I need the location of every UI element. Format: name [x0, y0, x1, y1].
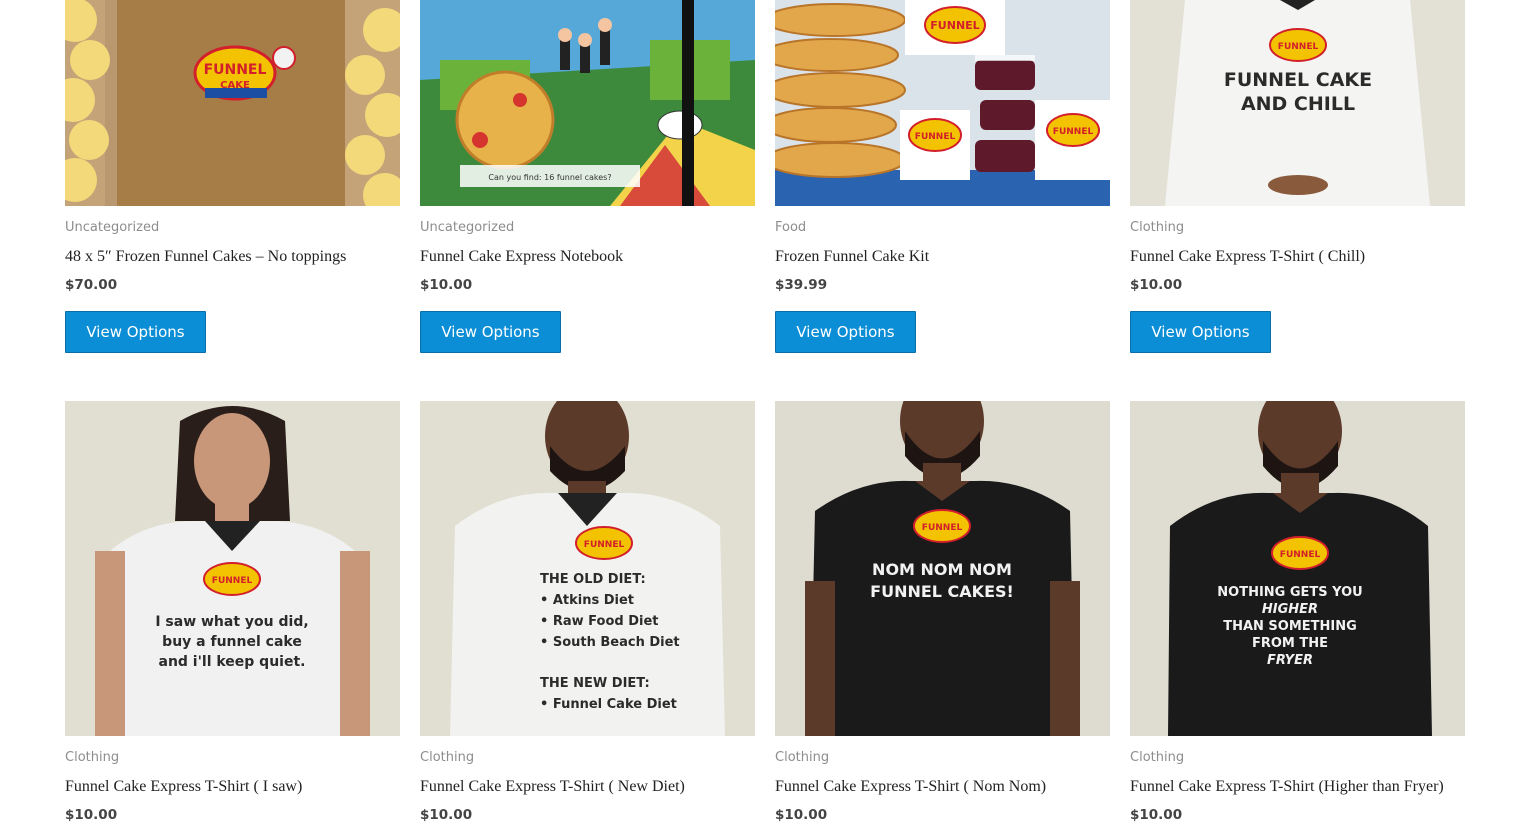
view-options-button[interactable]: View Options — [1130, 311, 1271, 353]
shirt-print-text: NOTHING GETS YOU — [1217, 585, 1362, 600]
shirt-print-text: • Atkins Diet — [540, 593, 634, 608]
product-category[interactable]: Uncategorized — [65, 220, 159, 235]
product-title[interactable]: Funnel Cake Express T-Shirt ( New Diet) — [420, 778, 685, 796]
svg-text:FUNNEL: FUNNEL — [1278, 42, 1319, 52]
shirt-print-text: THE NEW DIET: — [540, 676, 650, 691]
product-category[interactable]: Food — [775, 220, 806, 235]
shirt-print-text: NOM NOM NOM — [872, 560, 1012, 579]
product-category[interactable]: Clothing — [65, 750, 119, 765]
shirt-print-text: • South Beach Diet — [540, 635, 680, 650]
shirt-print-text: THE OLD DIET: — [540, 572, 646, 587]
product-category[interactable]: Clothing — [1130, 220, 1184, 235]
product-category[interactable]: Clothing — [775, 750, 829, 765]
product-card: FUNNEL NOM NOM NOM FUNNEL CAKES! Clothin… — [775, 401, 1110, 822]
product-card: FUNNEL NOTHING GETS YOU HIGHER THAN SOME… — [1130, 401, 1465, 822]
product-category[interactable]: Uncategorized — [420, 220, 514, 235]
product-price: $10.00 — [65, 807, 118, 822]
shirt-print-text: THAN SOMETHING — [1223, 619, 1357, 634]
product-title[interactable]: Funnel Cake Express Notebook — [420, 248, 623, 266]
product-card: FUNNEL FUNNEL CAKE AND CHILL Clothing Fu… — [1130, 0, 1465, 360]
shirt-print-text: HIGHER — [1262, 602, 1318, 617]
product-price: $10.00 — [775, 807, 828, 822]
shirt-print-text: FRYER — [1267, 653, 1313, 668]
product-category[interactable]: Clothing — [420, 750, 474, 765]
product-price: $10.00 — [1130, 807, 1183, 822]
product-image[interactable]: FUNNEL THE OLD DIET: • Atkins Diet • Raw… — [420, 401, 755, 736]
shirt-print-text: FUNNEL CAKE — [1224, 69, 1372, 91]
view-options-button[interactable]: View Options — [65, 311, 206, 353]
product-card: FUNNEL THE OLD DIET: • Atkins Diet • Raw… — [420, 401, 755, 822]
shirt-print-text: buy a funnel cake — [162, 634, 302, 650]
svg-text:FUNNEL: FUNNEL — [204, 62, 267, 78]
svg-text:FUNNEL: FUNNEL — [1280, 550, 1321, 560]
product-title[interactable]: 48 x 5″ Frozen Funnel Cakes – No topping… — [65, 248, 346, 266]
svg-text:FUNNEL: FUNNEL — [584, 540, 625, 550]
product-card: Can you find: 16 funnel cakes? Uncategor… — [420, 0, 755, 360]
shirt-print-text: • Funnel Cake Diet — [540, 697, 677, 712]
product-title[interactable]: Funnel Cake Express T-Shirt ( Nom Nom) — [775, 778, 1046, 796]
product-card: FUNNEL CAKE Uncategorized 48 x 5″ Frozen… — [65, 0, 400, 360]
view-options-button[interactable]: View Options — [420, 311, 561, 353]
view-options-button[interactable]: View Options — [775, 311, 916, 353]
product-image[interactable]: Can you find: 16 funnel cakes? — [420, 0, 755, 206]
product-image[interactable]: FUNNEL NOTHING GETS YOU HIGHER THAN SOME… — [1130, 401, 1465, 736]
product-price: $10.00 — [420, 277, 473, 293]
svg-text:FUNNEL: FUNNEL — [1053, 127, 1094, 137]
product-image[interactable]: FUNNEL I saw what you did, buy a funnel … — [65, 401, 400, 736]
shirt-print-text: • Raw Food Diet — [540, 614, 658, 629]
svg-text:FUNNEL: FUNNEL — [930, 19, 979, 32]
product-title[interactable]: Funnel Cake Express T-Shirt ( I saw) — [65, 778, 302, 796]
product-card: FUNNEL I saw what you did, buy a funnel … — [65, 401, 400, 822]
shirt-print-text: FUNNEL CAKES! — [870, 582, 1014, 601]
shirt-print-text: AND CHILL — [1241, 93, 1355, 115]
shirt-print-text: FROM THE — [1252, 636, 1328, 651]
product-title[interactable]: Funnel Cake Express T-Shirt ( Chill) — [1130, 248, 1365, 266]
shirt-print-text: I saw what you did, — [155, 614, 308, 630]
product-image[interactable]: FUNNEL NOM NOM NOM FUNNEL CAKES! — [775, 401, 1110, 736]
product-title[interactable]: Funnel Cake Express T-Shirt (Higher than… — [1130, 778, 1444, 796]
product-price: $10.00 — [1130, 277, 1183, 293]
shirt-print-text: and i'll keep quiet. — [159, 654, 306, 670]
product-image[interactable]: FUNNEL FUNNEL CAKE AND CHILL — [1130, 0, 1465, 206]
svg-text:FUNNEL: FUNNEL — [922, 523, 963, 533]
product-image[interactable]: FUNNEL CAKE — [65, 0, 400, 206]
svg-text:Can you find: 16 funnel cakes?: Can you find: 16 funnel cakes? — [488, 173, 611, 182]
svg-text:CAKE: CAKE — [220, 80, 250, 91]
product-card: FUNNEL FUNNEL FUNNEL Food Frozen Funnel … — [775, 0, 1110, 360]
product-price: $39.99 — [775, 277, 828, 293]
product-price: $70.00 — [65, 277, 118, 293]
svg-text:FUNNEL: FUNNEL — [915, 132, 956, 142]
svg-text:FUNNEL: FUNNEL — [212, 576, 253, 586]
product-price: $10.00 — [420, 807, 473, 822]
product-image[interactable]: FUNNEL FUNNEL FUNNEL — [775, 0, 1110, 206]
product-category[interactable]: Clothing — [1130, 750, 1184, 765]
product-title[interactable]: Frozen Funnel Cake Kit — [775, 248, 929, 266]
